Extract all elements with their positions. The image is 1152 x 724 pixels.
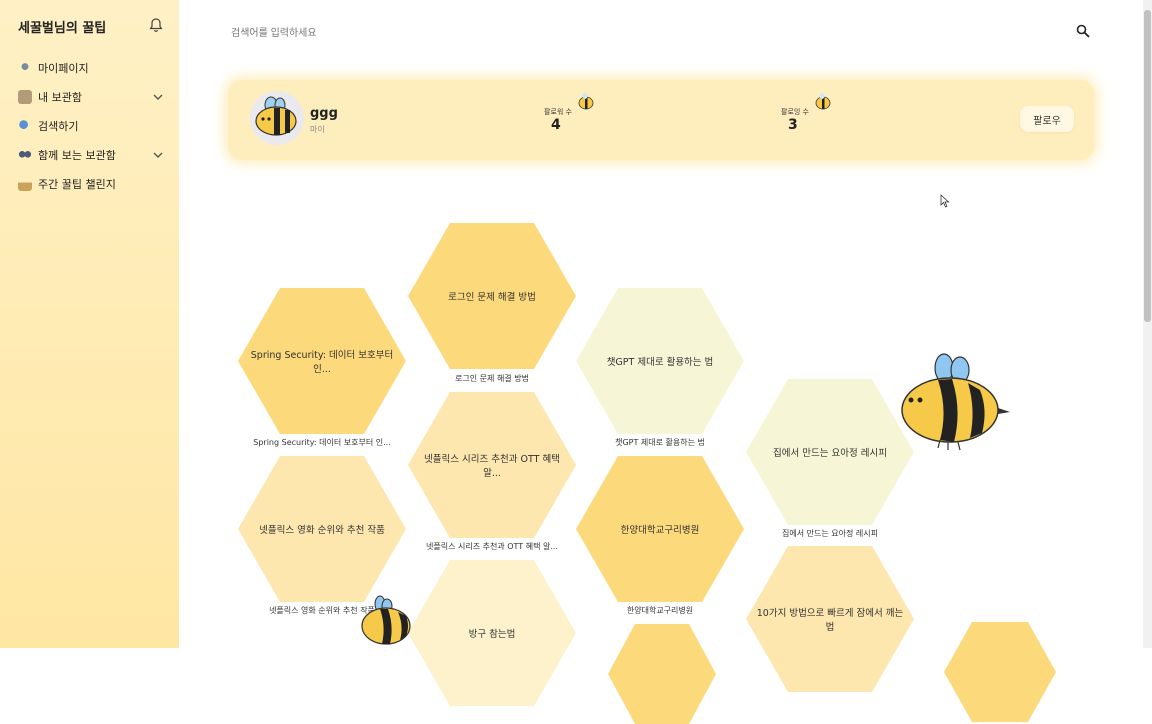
card-caption: 한양대학교구리병원 xyxy=(626,606,694,615)
mouse-cursor-icon xyxy=(940,194,950,208)
card-caption: Spring Security: 데이터 보호부터 인... xyxy=(253,438,391,447)
sidebar-item-label: 함께 보는 보관함 xyxy=(38,149,116,162)
chevron-down-icon[interactable] xyxy=(152,91,164,103)
profile-card xyxy=(228,80,1094,160)
follower-count[interactable]: 4 xyxy=(551,117,561,133)
search-nav-icon xyxy=(18,119,32,133)
following-count[interactable]: 3 xyxy=(788,117,798,133)
sidebar-item-mypage[interactable]: 마이페이지 xyxy=(18,58,168,78)
archive-icon xyxy=(18,90,32,104)
sidebar-item-challenge[interactable]: 주간 꿀팁 챌린지 xyxy=(18,174,168,194)
bee-icon xyxy=(815,93,831,110)
profile-subtitle: 마이 xyxy=(310,125,325,134)
card-caption: 로그인 문제 해결 방법 xyxy=(455,374,529,383)
sidebar-item-archive[interactable]: 내 보관함 xyxy=(18,87,168,107)
sidebar-item-label: 검색하기 xyxy=(38,120,79,133)
profile-name: ggg xyxy=(310,106,338,121)
following-label: 팔로잉 수 xyxy=(781,108,809,116)
sidebar: 세꿀벌님의 꿀팁 마이페이지 내 보관함 검색하기 함께 보는 보관함 주간 꿀… xyxy=(0,0,179,648)
sidebar-item-shared[interactable]: 함께 보는 보관함 xyxy=(18,145,168,165)
sidebar-item-label: 주간 꿀팁 챌린지 xyxy=(38,178,116,191)
card-caption: 넷플릭스 시리즈 추천과 OTT 혜택 알... xyxy=(426,542,558,551)
search-icon[interactable] xyxy=(1076,24,1090,38)
follow-button[interactable]: 팔로우 xyxy=(1020,106,1074,132)
card-caption: 챗GPT 제대로 활용하는 법 xyxy=(615,438,705,447)
sidebar-item-label: 내 보관함 xyxy=(38,91,82,104)
bee-icon xyxy=(255,96,297,136)
scrollbar-thumb[interactable] xyxy=(1144,10,1151,322)
search-input[interactable] xyxy=(229,22,1103,44)
follower-label: 팔로워 수 xyxy=(544,108,572,116)
app-title: 세꿀벌님의 꿀팁 xyxy=(18,21,107,36)
bee-icon xyxy=(578,93,594,110)
sidebar-item-label: 마이페이지 xyxy=(38,62,89,75)
bee-small-icon xyxy=(361,595,411,645)
card-caption: 집에서 만드는 요아정 레시피 xyxy=(782,529,878,538)
shared-icon xyxy=(18,148,32,162)
avatar xyxy=(250,91,304,145)
chevron-down-icon[interactable] xyxy=(152,149,164,161)
bell-icon[interactable] xyxy=(148,17,164,33)
challenge-icon xyxy=(18,177,32,191)
bee-mascot-icon xyxy=(901,353,1010,451)
sidebar-item-search[interactable]: 검색하기 xyxy=(18,116,168,136)
mypage-icon xyxy=(18,61,32,75)
